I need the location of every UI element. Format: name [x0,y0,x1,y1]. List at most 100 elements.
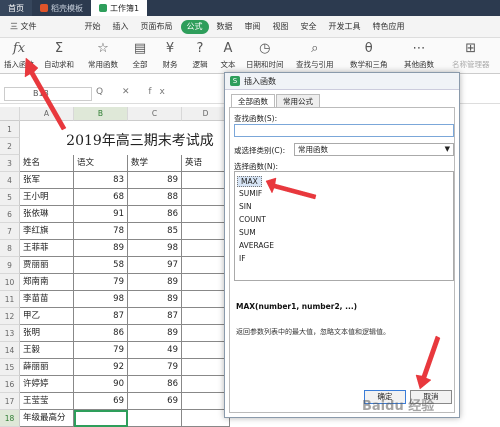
selected-cell-b18[interactable] [74,410,128,427]
function-item-average[interactable]: AVERAGE [239,241,274,250]
name-cell[interactable]: 李红旗 [20,223,74,240]
math-score-cell[interactable]: 69 [128,393,182,410]
name-cell[interactable]: 薛丽丽 [20,359,74,376]
tab-docer-templates[interactable]: 稻壳模板 [32,0,91,16]
text-functions-button[interactable]: A 文本 [220,40,236,70]
name-cell[interactable]: 王毅 [20,342,74,359]
cell[interactable] [128,410,182,427]
autosum-button[interactable]: Σ 自动求和 [44,40,74,70]
logic-button[interactable]: ? 逻辑 [192,40,208,70]
lookup-button[interactable]: ⌕ 查找与引用 [296,40,334,70]
math-score-cell[interactable]: 97 [128,257,182,274]
formula-bar-buttons[interactable]: Q ✕ fx [96,87,173,97]
english-score-cell[interactable] [182,291,230,308]
name-box[interactable]: B18 [4,87,92,101]
tab-home[interactable]: 首页 [0,0,32,16]
math-trig-button[interactable]: θ 数学和三角 [350,40,388,70]
column-header-a[interactable]: A [20,107,74,121]
chinese-score-cell[interactable]: 90 [74,376,128,393]
name-cell[interactable]: 王菲菲 [20,240,74,257]
math-score-cell[interactable]: 85 [128,223,182,240]
chinese-score-cell[interactable]: 98 [74,291,128,308]
name-cell[interactable]: 王小明 [20,189,74,206]
row-header[interactable]: 14 [0,342,20,359]
row-header[interactable]: 7 [0,223,20,240]
row-header[interactable]: 17 [0,393,20,410]
row-header[interactable]: 11 [0,291,20,308]
menu-formulas[interactable]: 公式 [180,19,209,34]
row-header[interactable]: 9 [0,257,20,274]
datetime-button[interactable]: ◷ 日期和时间 [246,40,284,70]
chinese-score-cell[interactable]: 83 [74,172,128,189]
chinese-score-cell[interactable]: 87 [74,308,128,325]
function-search-input[interactable] [234,124,454,137]
row-header[interactable]: 18 [0,410,20,427]
all-functions-button[interactable]: ▤ 全部 [132,40,148,70]
menu-developer[interactable]: 开发工具 [323,16,367,38]
english-score-cell[interactable] [182,172,230,189]
name-cell[interactable]: 王莹莹 [20,393,74,410]
column-title-cell[interactable]: 英语 [182,155,230,172]
name-manager-button[interactable]: ⊞ 名称管理器 [452,40,490,70]
chinese-score-cell[interactable]: 89 [74,240,128,257]
english-score-cell[interactable] [182,240,230,257]
english-score-cell[interactable] [182,206,230,223]
column-title-cell[interactable]: 姓名 [20,155,74,172]
row-header[interactable]: 15 [0,359,20,376]
row-header[interactable]: 3 [0,155,20,172]
math-score-cell[interactable]: 86 [128,206,182,223]
chinese-score-cell[interactable]: 79 [74,342,128,359]
row-header[interactable]: 4 [0,172,20,189]
menu-home[interactable]: 开始 [79,16,107,38]
column-title-cell[interactable]: 数学 [128,155,182,172]
math-score-cell[interactable]: 49 [128,342,182,359]
function-list[interactable]: MAX SUMIF SIN COUNT SUM AVERAGE IF [234,171,454,281]
cell[interactable] [182,410,230,427]
chinese-score-cell[interactable]: 92 [74,359,128,376]
english-score-cell[interactable] [182,257,230,274]
category-select[interactable]: 常用函数 ▼ [294,143,454,156]
row-header[interactable]: 6 [0,206,20,223]
column-header-d[interactable]: D [182,107,230,121]
row-header[interactable]: 16 [0,376,20,393]
finance-button[interactable]: ¥ 财务 [162,40,178,70]
dialog-title-bar[interactable]: S 插入函数 [225,73,459,90]
menu-security[interactable]: 安全 [295,16,323,38]
math-score-cell[interactable]: 87 [128,308,182,325]
menu-file[interactable]: 三 文件 [4,16,43,38]
name-cell[interactable]: 许婷婷 [20,376,74,393]
other-functions-button[interactable]: ⋯ 其他函数 [404,40,434,70]
name-cell[interactable]: 张依琳 [20,206,74,223]
chinese-score-cell[interactable]: 79 [74,274,128,291]
spreadsheet-grid[interactable]: A B C D 1 2 3 4 5 6 7 8 9 10 11 12 13 14 15 16 17 18 姓名 语文… [0,107,230,427]
math-score-cell[interactable]: 89 [128,291,182,308]
row-header[interactable]: 1 [0,121,20,138]
name-cell[interactable]: 郑南南 [20,274,74,291]
math-score-cell[interactable]: 86 [128,376,182,393]
english-score-cell[interactable] [182,325,230,342]
english-score-cell[interactable] [182,376,230,393]
function-item-sumif[interactable]: SUMIF [239,189,262,198]
column-header-b[interactable]: B [74,107,128,121]
chinese-score-cell[interactable]: 86 [74,325,128,342]
math-score-cell[interactable]: 89 [128,325,182,342]
chinese-score-cell[interactable]: 78 [74,223,128,240]
function-item-count[interactable]: COUNT [239,215,266,224]
name-cell[interactable]: 李苗苗 [20,291,74,308]
common-functions-button[interactable]: ☆ 常用函数 [88,40,118,70]
menu-page-layout[interactable]: 页面布局 [135,16,179,38]
chinese-score-cell[interactable]: 68 [74,189,128,206]
menu-insert[interactable]: 插入 [107,16,135,38]
english-score-cell[interactable] [182,274,230,291]
name-cell[interactable]: 张军 [20,172,74,189]
row-header[interactable]: 10 [0,274,20,291]
row-header[interactable]: 8 [0,240,20,257]
function-item-if[interactable]: IF [239,254,246,263]
english-score-cell[interactable] [182,359,230,376]
math-score-cell[interactable]: 98 [128,240,182,257]
row-header[interactable]: 5 [0,189,20,206]
math-score-cell[interactable]: 79 [128,359,182,376]
menu-special[interactable]: 特色应用 [367,16,411,38]
tab-workbook1[interactable]: 工作簿1 [91,0,148,16]
row-header[interactable]: 2 [0,138,20,155]
